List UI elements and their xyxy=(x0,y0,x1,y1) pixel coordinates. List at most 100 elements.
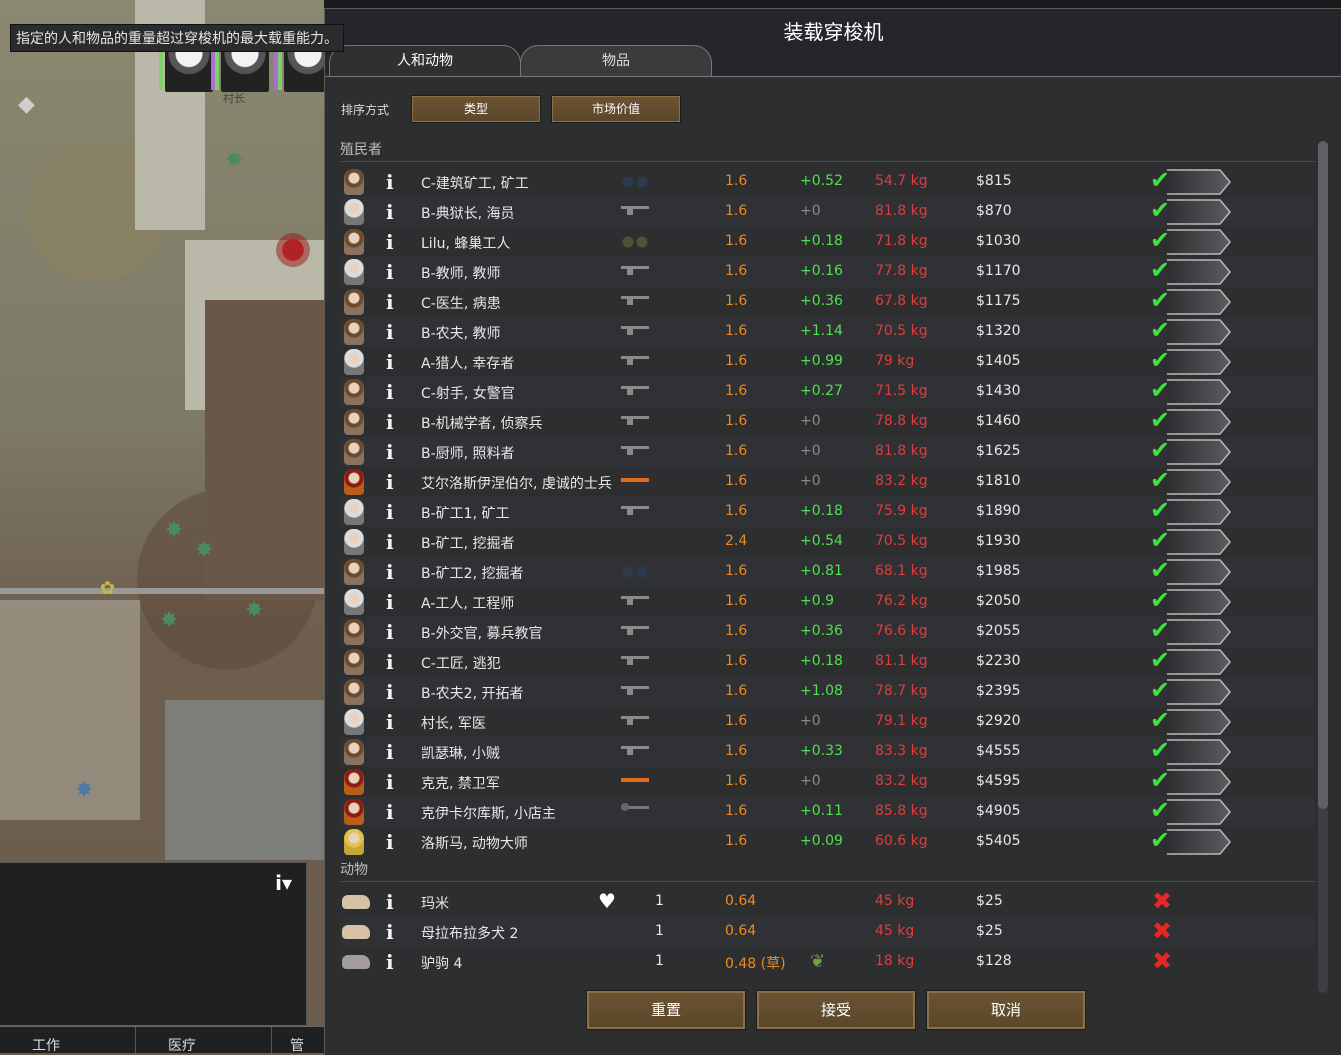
colonist-row[interactable]: i 凯瑟琳, 小贼 1.6 +0.33 83.3 kg $4555 ✔ xyxy=(340,737,1315,767)
count-adjust-arrow[interactable] xyxy=(1166,169,1232,195)
scrollbar[interactable] xyxy=(1318,141,1328,993)
count-adjust-arrow[interactable] xyxy=(1166,469,1232,495)
count-adjust-arrow[interactable] xyxy=(1166,799,1232,825)
colonist-row[interactable]: i B-厨师, 照料者 1.6 +0 81.8 kg $1625 ✔ xyxy=(340,437,1315,467)
count-adjust-arrow[interactable] xyxy=(1166,349,1232,375)
info-icon[interactable]: i xyxy=(386,560,394,584)
count-adjust-arrow[interactable] xyxy=(1166,589,1232,615)
info-dropdown-icon[interactable]: i▾ xyxy=(275,871,292,895)
colonist-row[interactable]: i B-矿工, 挖掘者 2.4 +0.54 70.5 kg $1930 ✔ xyxy=(340,527,1315,557)
sort-by-type-button[interactable]: 类型 xyxy=(411,95,541,123)
info-icon[interactable]: i xyxy=(386,920,394,944)
count-adjust-arrow[interactable] xyxy=(1166,259,1232,285)
market-value: $1170 xyxy=(976,263,1021,279)
tab-management[interactable]: 管 xyxy=(272,1027,325,1053)
info-icon[interactable]: i xyxy=(386,170,394,194)
colonist-row[interactable]: i B-矿工2, 挖掘者 1.6 +0.81 68.1 kg $1985 ✔ xyxy=(340,557,1315,587)
cancel-button[interactable]: 取消 xyxy=(926,990,1086,1030)
count-adjust-arrow[interactable] xyxy=(1166,499,1232,525)
info-icon[interactable]: i xyxy=(386,830,394,854)
count-adjust-arrow[interactable] xyxy=(1166,379,1232,405)
info-icon[interactable]: i xyxy=(386,590,394,614)
info-icon[interactable]: i xyxy=(386,470,394,494)
info-icon[interactable]: i xyxy=(386,380,394,404)
count-adjust-arrow[interactable] xyxy=(1166,829,1232,855)
colonist-row[interactable]: i C-工匠, 逃犯 1.6 +0.18 81.1 kg $2230 ✔ xyxy=(340,647,1315,677)
tab-work[interactable]: 工作 xyxy=(0,1027,136,1053)
count-adjust-arrow[interactable] xyxy=(1166,649,1232,675)
cross-icon[interactable]: ✖ xyxy=(1152,889,1172,913)
scrollbar-thumb[interactable] xyxy=(1318,141,1328,809)
colonist-row[interactable]: i B-矿工1, 矿工 1.6 +0.18 75.9 kg $1890 ✔ xyxy=(340,497,1315,527)
count-adjust-arrow[interactable] xyxy=(1166,319,1232,345)
building-icon[interactable]: ◆ xyxy=(18,92,35,117)
info-icon[interactable]: i xyxy=(386,290,394,314)
count-adjust-arrow[interactable] xyxy=(1166,199,1232,225)
world-map-view[interactable]: ✸ ✸ ✸ ✸ ✸ ✸ ✿ 村长 ◆ i▾ 工作 医疗 管 xyxy=(0,0,325,1053)
colonist-row[interactable]: i B-农夫, 教师 1.6 +1.14 70.5 kg $1320 ✔ xyxy=(340,317,1315,347)
info-icon[interactable]: i xyxy=(386,740,394,764)
colonist-row[interactable]: i B-典狱长, 海员 1.6 +0 81.8 kg $870 ✔ xyxy=(340,197,1315,227)
colonist-row[interactable]: i C-医生, 病患 1.6 +0.36 67.8 kg $1175 ✔ xyxy=(340,287,1315,317)
count-adjust-arrow[interactable] xyxy=(1166,409,1232,435)
colonist-row[interactable]: i 洛斯马, 动物大师 1.6 +0.09 60.6 kg $5405 ✔ xyxy=(340,827,1315,857)
sort-by-market-value-button[interactable]: 市场价值 xyxy=(551,95,681,123)
info-icon[interactable]: i xyxy=(386,650,394,674)
animal-row[interactable]: i 母拉布拉多犬 2 1 0.64 45 kg $25 ✖ xyxy=(340,917,1315,947)
colonist-row[interactable]: i 克克, 禁卫军 1.6 +0 83.2 kg $4595 ✔ xyxy=(340,767,1315,797)
count-adjust-arrow[interactable] xyxy=(1166,439,1232,465)
info-icon[interactable]: i xyxy=(386,530,394,554)
info-icon[interactable]: i xyxy=(386,200,394,224)
animal-row[interactable]: i 驴驹 4 1 0.48 (草) ❦ 18 kg $128 ✖ xyxy=(340,947,1315,977)
tab-medical[interactable]: 医疗 xyxy=(136,1027,272,1053)
count-adjust-arrow[interactable] xyxy=(1166,739,1232,765)
colonist-row[interactable]: i A-猎人, 幸存者 1.6 +0.99 79 kg $1405 ✔ xyxy=(340,347,1315,377)
animal-row[interactable]: i 玛米 ♥ 1 0.64 45 kg $25 ✖ xyxy=(340,887,1315,917)
accept-button[interactable]: 接受 xyxy=(756,990,916,1030)
cross-icon[interactable]: ✖ xyxy=(1152,919,1172,943)
colonist-row[interactable]: i 克伊卡尔库斯, 小店主 1.6 +0.11 85.8 kg $4905 ✔ xyxy=(340,797,1315,827)
plant-icon: ✸ xyxy=(245,598,264,623)
info-icon[interactable]: i xyxy=(386,950,394,974)
pawn-name: 克克, 禁卫军 xyxy=(421,776,500,792)
colonist-row[interactable]: i B-教师, 教师 1.6 +0.16 77.8 kg $1170 ✔ xyxy=(340,257,1315,287)
count-adjust-arrow[interactable] xyxy=(1166,769,1232,795)
mass-capacity: 1.6 xyxy=(725,833,748,849)
colonist-row[interactable]: i Lilu, 蜂巢工人 1.6 +0.18 71.8 kg $1030 ✔ xyxy=(340,227,1315,257)
info-icon[interactable]: i xyxy=(386,890,394,914)
colonist-row[interactable]: i B-农夫2, 开拓者 1.6 +1.08 78.7 kg $2395 ✔ xyxy=(340,677,1315,707)
mass-capacity: 1.6 xyxy=(725,653,748,669)
info-icon[interactable]: i xyxy=(386,320,394,344)
tab-items[interactable]: 物品 xyxy=(520,45,712,77)
info-icon[interactable]: i xyxy=(386,620,394,644)
cross-icon[interactable]: ✖ xyxy=(1152,949,1172,973)
colonist-row[interactable]: i B-机械学者, 侦察兵 1.6 +0 78.8 kg $1460 ✔ xyxy=(340,407,1315,437)
info-icon[interactable]: i xyxy=(386,260,394,284)
colonist-row[interactable]: i B-外交官, 募兵教官 1.6 +0.36 76.6 kg $2055 ✔ xyxy=(340,617,1315,647)
tab-pawns-animals[interactable]: 人和动物 xyxy=(329,45,521,77)
info-icon[interactable]: i xyxy=(386,500,394,524)
pawn-portrait-icon xyxy=(344,769,364,795)
info-icon[interactable]: i xyxy=(386,800,394,824)
count-adjust-arrow[interactable] xyxy=(1166,229,1232,255)
reset-button[interactable]: 重置 xyxy=(586,990,746,1030)
colonist-row[interactable]: i C-射手, 女警官 1.6 +0.27 71.5 kg $1430 ✔ xyxy=(340,377,1315,407)
info-icon[interactable]: i xyxy=(386,710,394,734)
colonist-row[interactable]: i A-工人, 工程师 1.6 +0.9 76.2 kg $2050 ✔ xyxy=(340,587,1315,617)
info-icon[interactable]: i xyxy=(386,440,394,464)
info-icon[interactable]: i xyxy=(386,680,394,704)
info-icon[interactable]: i xyxy=(386,770,394,794)
pawn-portrait-icon xyxy=(344,469,364,495)
count-adjust-arrow[interactable] xyxy=(1166,289,1232,315)
count-adjust-arrow[interactable] xyxy=(1166,679,1232,705)
count-adjust-arrow[interactable] xyxy=(1166,559,1232,585)
info-icon[interactable]: i xyxy=(386,230,394,254)
colonist-row[interactable]: i 村长, 军医 1.6 +0 79.1 kg $2920 ✔ xyxy=(340,707,1315,737)
colonist-row[interactable]: i 艾尔洛斯伊涅伯尔, 虔诚的士兵 1.6 +0 83.2 kg $1810 ✔ xyxy=(340,467,1315,497)
count-adjust-arrow[interactable] xyxy=(1166,529,1232,555)
info-icon[interactable]: i xyxy=(386,410,394,434)
count-adjust-arrow[interactable] xyxy=(1166,619,1232,645)
count-adjust-arrow[interactable] xyxy=(1166,709,1232,735)
colonist-row[interactable]: i C-建筑矿工, 矿工 1.6 +0.52 54.7 kg $815 ✔ xyxy=(340,167,1315,197)
info-icon[interactable]: i xyxy=(386,350,394,374)
